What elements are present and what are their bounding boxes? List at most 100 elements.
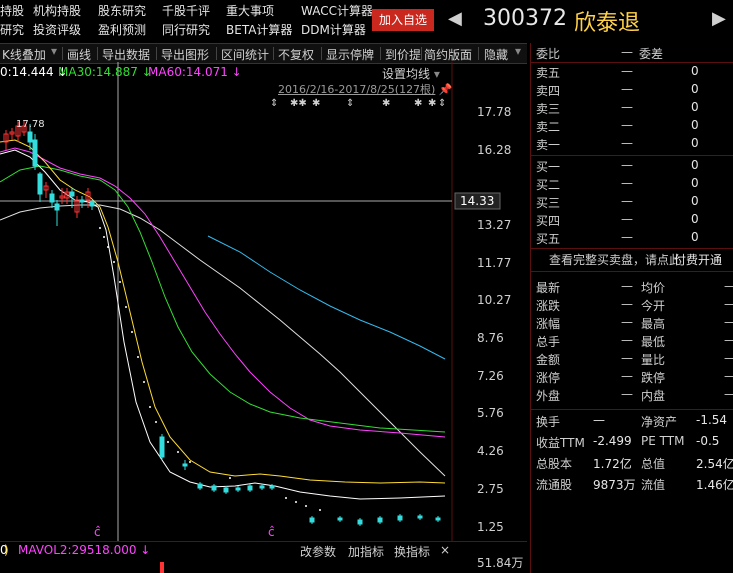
- candlestick: [69, 191, 75, 197]
- stat-value: —: [621, 279, 633, 293]
- sell-level-label: 卖四: [536, 84, 561, 98]
- svg-text:✱: ✱: [414, 98, 422, 109]
- fund-value: -2.499: [593, 434, 632, 448]
- range-stats-button[interactable]: 区间统计: [221, 46, 269, 63]
- menu-stock-review[interactable]: 千股千评: [162, 2, 210, 19]
- candlestick: [269, 485, 275, 489]
- candlestick: [32, 139, 38, 167]
- price-dot: [319, 509, 321, 511]
- stat-label: 涨跌: [536, 299, 561, 313]
- price-axis-label: 11.77: [477, 256, 511, 270]
- price-alert-button[interactable]: 到价提: [385, 46, 421, 63]
- menu-institution-holding[interactable]: 机构持股: [33, 2, 81, 19]
- candlestick: [37, 173, 43, 195]
- sell-level-label: 卖三: [536, 102, 561, 116]
- ma60-label: MA60:14.071 ↓: [148, 65, 242, 79]
- price-axis-label: 16.28: [477, 143, 511, 157]
- menu-research[interactable]: 研究: [0, 21, 24, 38]
- current-price-label: 14.33: [460, 194, 494, 208]
- prev-stock-icon[interactable]: ◀: [448, 8, 462, 29]
- price-axis-label: 2.75: [477, 482, 504, 496]
- stat-label: 量比: [641, 353, 666, 367]
- sell-level-price: —: [621, 118, 633, 132]
- fund-value: -1.54: [696, 413, 728, 427]
- stat-value: —: [724, 387, 733, 405]
- buy-level-label: 买四: [536, 214, 561, 228]
- stat-label: 涨停: [536, 371, 561, 385]
- sell-level-volume: 0: [691, 100, 699, 114]
- menu-wacc-calculator[interactable]: WACC计算器: [301, 2, 373, 19]
- menu-ddm-calculator[interactable]: DDM计算器: [301, 21, 366, 38]
- price-axis-label: 7.26: [477, 369, 504, 383]
- add-to-watchlist-button[interactable]: 加入自选: [372, 9, 434, 31]
- export-data-button[interactable]: 导出数据: [102, 46, 150, 63]
- candlestick: [235, 487, 241, 491]
- buy-level-label: 买三: [536, 196, 561, 210]
- show-suspension-button[interactable]: 显示停牌: [326, 46, 374, 63]
- stat-value: —: [621, 351, 633, 365]
- order-book-header: 委比: [536, 45, 560, 63]
- buy-level-volume: 0: [691, 158, 699, 172]
- candlestick: [197, 483, 203, 489]
- price-dot: [305, 505, 307, 507]
- set-ma-button[interactable]: 设置均线 ▾: [382, 65, 440, 82]
- paid-upgrade-link[interactable]: 付费开通: [674, 251, 722, 268]
- change-params-button[interactable]: 改参数: [300, 543, 336, 560]
- price-axis-label: 1.25: [477, 520, 504, 534]
- dropdown-arrow-icon[interactable]: ▾: [51, 44, 57, 58]
- draw-line-button[interactable]: 画线: [67, 46, 91, 63]
- price-axis-label: 4.26: [477, 444, 504, 458]
- close-icon[interactable]: ×: [440, 543, 450, 557]
- price-axis-label: 8.76: [477, 331, 504, 345]
- stat-value: —: [724, 297, 733, 315]
- menu-peer-research[interactable]: 同行研究: [162, 21, 210, 38]
- menu-beta-calculator[interactable]: BETA计算器: [226, 21, 292, 38]
- fund-value: 1.72亿: [593, 457, 632, 471]
- kline-chart[interactable]: 17.78 16.28 13.27 11.77 10.27 8.76 7.26 5.76 4.2…: [0, 62, 527, 542]
- dropdown-arrow-icon[interactable]: ▾: [515, 44, 521, 58]
- buy-level-price: —: [621, 194, 633, 208]
- weibi-label: 委比: [536, 47, 561, 61]
- price-dot: [125, 306, 127, 308]
- menu-investment-rating[interactable]: 投资评级: [33, 21, 81, 38]
- kline-overlay-button[interactable]: K线叠加: [2, 46, 46, 63]
- menu-earnings-forecast[interactable]: 盈利预测: [98, 21, 146, 38]
- stat-label: 最高: [641, 317, 666, 331]
- price-dot: [119, 281, 121, 283]
- add-indicator-button[interactable]: 加指标: [348, 543, 384, 560]
- price-axis-label: 13.27: [477, 218, 511, 232]
- buy-level-label: 买五: [536, 232, 561, 246]
- pin-icon[interactable]: 📌: [439, 83, 453, 96]
- fund-value: —: [593, 413, 605, 427]
- no-adjust-button[interactable]: 不复权: [278, 46, 314, 63]
- svg-text:⇕: ⇕: [346, 98, 354, 109]
- stat-label: 跌停: [641, 371, 666, 385]
- simple-layout-button[interactable]: 简约版面: [424, 46, 472, 63]
- sell-level-volume: 0: [691, 118, 699, 132]
- down-arrow-icon: ): [4, 543, 9, 557]
- candlestick: [417, 515, 423, 519]
- menu-shareholder-research[interactable]: 股东研究: [98, 2, 146, 19]
- fund-label: 流通股: [536, 478, 573, 492]
- switch-indicator-button[interactable]: 换指标: [394, 543, 430, 560]
- export-chart-button[interactable]: 导出图形: [161, 46, 209, 63]
- stat-label: 最低: [641, 335, 666, 349]
- price-dot: [99, 227, 101, 229]
- price-axis: 17.78 16.28 13.27 11.77 10.27 8.76 7.26 5.76 4.2…: [477, 105, 511, 534]
- candlestick: [435, 517, 441, 521]
- candlestick: [247, 485, 253, 491]
- price-dot: [149, 406, 151, 408]
- menu-chigu[interactable]: 持股: [0, 2, 24, 19]
- candlestick: [309, 517, 315, 523]
- svg-text:✱: ✱: [382, 98, 390, 109]
- hide-button[interactable]: 隐藏: [484, 46, 508, 63]
- fund-value: 2.54亿: [696, 457, 733, 471]
- full-order-book-link[interactable]: 查看完整买卖盘，请点此 付费开通: [531, 249, 733, 269]
- menu-major-events[interactable]: 重大事项: [226, 2, 274, 19]
- stat-label: 总手: [536, 335, 561, 349]
- candlestick: [211, 485, 217, 491]
- candlestick: [27, 131, 33, 143]
- sell-level-volume: 0: [691, 82, 699, 96]
- candlestick: [79, 199, 85, 203]
- next-stock-icon[interactable]: ▶: [712, 8, 726, 29]
